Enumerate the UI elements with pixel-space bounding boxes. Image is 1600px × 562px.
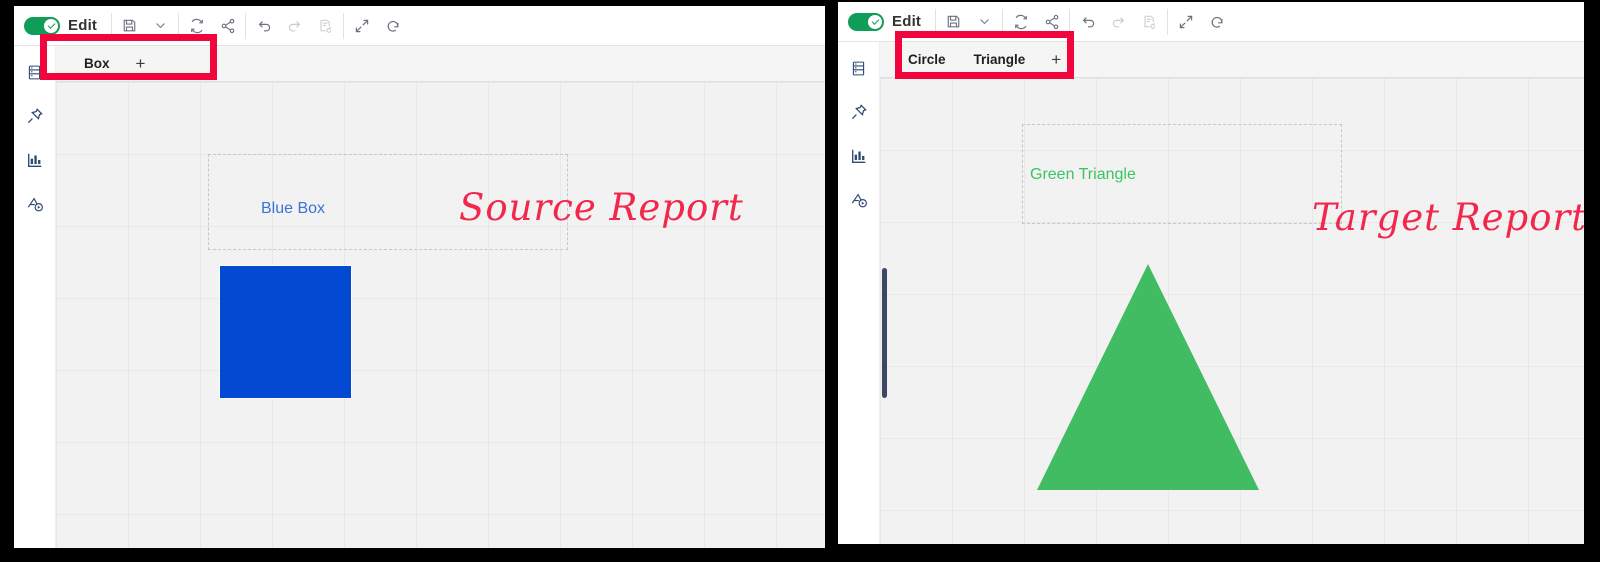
toggle-knob-check-icon (868, 14, 882, 29)
reset-icon[interactable] (377, 11, 408, 41)
reset-icon[interactable] (1201, 7, 1232, 37)
source-canvas[interactable]: Blue Box Source Report (56, 82, 825, 548)
tab-box[interactable]: Box (70, 46, 124, 81)
pin-icon[interactable] (22, 104, 48, 128)
source-left-rail (14, 46, 56, 548)
target-tab-strip: Circle Triangle + (880, 42, 1584, 78)
blue-box-shape[interactable] (220, 266, 351, 398)
target-report-panel: Edit Circle Triangle + Green Triangle Ta… (838, 2, 1584, 544)
expand-icon[interactable] (346, 11, 377, 41)
source-report-title: Source Report (459, 186, 744, 229)
edit-toggle-label: Edit (892, 13, 922, 30)
target-left-rail (838, 42, 880, 544)
save-icon[interactable] (114, 11, 145, 41)
toolbar-divider (1002, 8, 1004, 35)
edit-toggle-switch[interactable] (848, 12, 884, 31)
bar-chart-icon[interactable] (846, 144, 872, 168)
refresh-icon[interactable] (1005, 7, 1036, 37)
undo-icon[interactable] (1072, 7, 1103, 37)
edit-toggle[interactable]: Edit (848, 12, 933, 31)
target-toolbar: Edit (838, 2, 1584, 42)
green-triangle-label: Green Triangle (1030, 166, 1136, 183)
toggle-knob-check-icon (44, 18, 58, 33)
revert-document-icon[interactable] (310, 11, 341, 41)
toolbar-divider (245, 12, 247, 39)
source-canvas-inner: Blue Box Source Report (56, 82, 825, 548)
source-tab-strip: Box + (56, 46, 825, 82)
save-icon[interactable] (938, 7, 969, 37)
tab-label: Circle (908, 52, 946, 67)
toolbar-divider (1069, 8, 1071, 35)
edit-toggle-label: Edit (68, 17, 98, 34)
edit-toggle-switch[interactable] (24, 16, 60, 35)
pin-icon[interactable] (846, 100, 872, 124)
tab-circle[interactable]: Circle (894, 42, 960, 77)
toolbar-divider (343, 12, 345, 39)
undo-icon[interactable] (248, 11, 279, 41)
target-report-title: Target Report (1312, 196, 1584, 239)
toolbar-divider (178, 12, 180, 39)
annotate-icon[interactable] (22, 192, 48, 216)
redo-icon[interactable] (1103, 7, 1134, 37)
share-icon[interactable] (212, 11, 243, 41)
add-tab-button[interactable]: + (1039, 42, 1073, 77)
chevron-down-icon[interactable] (145, 11, 176, 41)
target-canvas-inner: Green Triangle Target Report (880, 78, 1584, 544)
share-icon[interactable] (1036, 7, 1067, 37)
toolbar-divider (935, 8, 937, 35)
expand-icon[interactable] (1170, 7, 1201, 37)
blue-box-label: Blue Box (261, 200, 326, 217)
source-toolbar: Edit (14, 6, 825, 46)
annotate-icon[interactable] (846, 188, 872, 212)
data-panel-icon[interactable] (22, 60, 48, 84)
bar-chart-icon[interactable] (22, 148, 48, 172)
source-report-panel: Edit Box + Blue Box Source Report (14, 6, 825, 548)
target-canvas[interactable]: Green Triangle Target Report (880, 78, 1584, 544)
canvas-scrollbar-thumb[interactable] (882, 268, 887, 398)
refresh-icon[interactable] (181, 11, 212, 41)
chevron-down-icon[interactable] (969, 7, 1000, 37)
add-tab-button[interactable]: + (124, 46, 158, 81)
data-panel-icon[interactable] (846, 56, 872, 80)
toolbar-divider (1167, 8, 1169, 35)
tab-triangle[interactable]: Triangle (960, 42, 1040, 77)
edit-toggle[interactable]: Edit (24, 16, 109, 35)
redo-icon[interactable] (279, 11, 310, 41)
tab-label: Box (84, 56, 110, 71)
screenshot-root: Edit Box + Blue Box Source Report Edit C… (0, 0, 1600, 562)
revert-document-icon[interactable] (1134, 7, 1165, 37)
tab-label: Triangle (973, 52, 1026, 67)
green-triangle-shape[interactable] (1037, 264, 1259, 490)
toolbar-divider (111, 12, 113, 39)
